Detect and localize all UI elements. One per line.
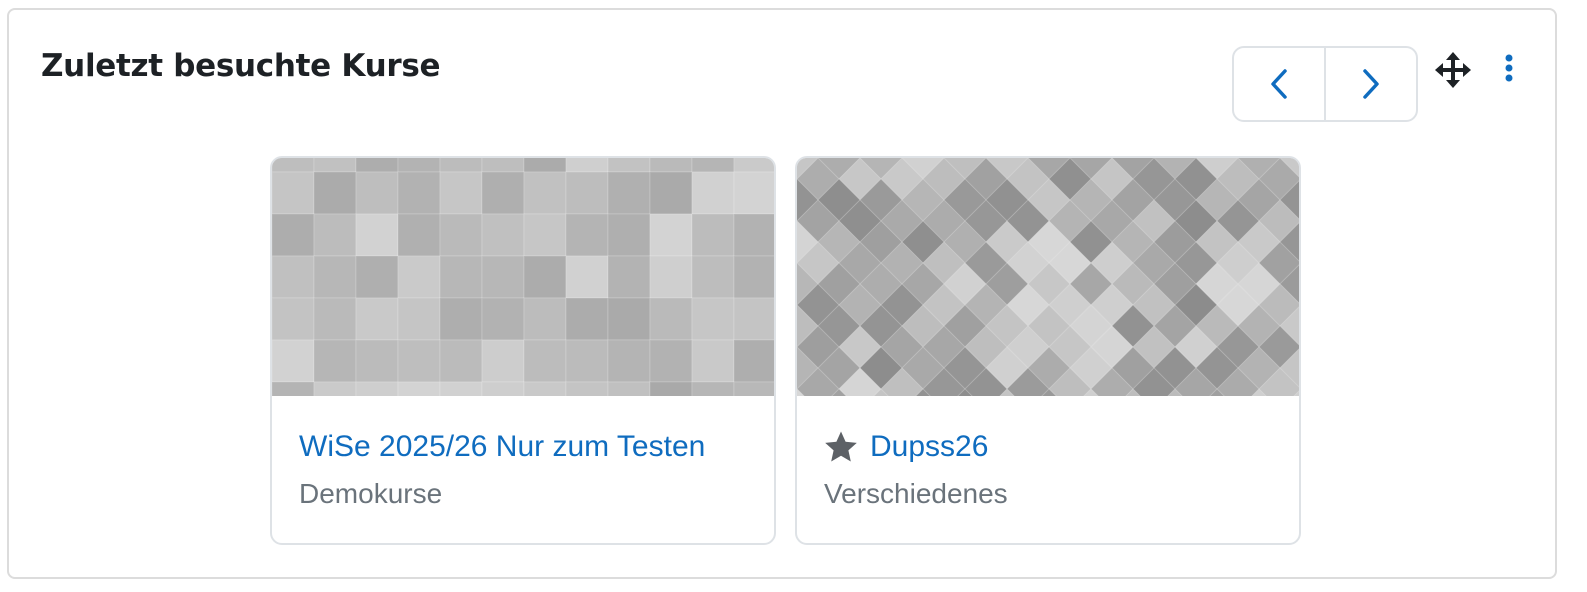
course-image[interactable] (797, 158, 1299, 396)
recent-courses-block: Zuletzt besuchte Kurse WiSe 2025/26 Nur … (7, 8, 1557, 579)
chevron-right-icon (1363, 69, 1379, 99)
course-category: Verschiedenes (824, 478, 1008, 509)
vertical-dots-icon[interactable] (1497, 52, 1521, 88)
course-title-link[interactable]: Dupss26 (824, 430, 988, 464)
chevron-left-icon (1271, 69, 1287, 99)
course-card: WiSe 2025/26 Nur zum Testen Demokurse (270, 156, 776, 545)
next-button[interactable] (1324, 48, 1416, 120)
carousel-pager (1232, 46, 1418, 122)
course-image[interactable] (272, 158, 774, 396)
move-arrows-icon[interactable] (1435, 52, 1471, 88)
previous-button[interactable] (1234, 48, 1324, 120)
block-title: Zuletzt besuchte Kurse (41, 48, 441, 84)
course-title: Dupss26 (870, 430, 989, 463)
star-icon (824, 430, 858, 464)
course-card: Dupss26 Verschiedenes (795, 156, 1301, 545)
course-title: WiSe 2025/26 Nur zum Testen (299, 430, 706, 463)
course-title-link[interactable]: WiSe 2025/26 Nur zum Testen (299, 430, 705, 464)
course-category: Demokurse (299, 478, 443, 509)
